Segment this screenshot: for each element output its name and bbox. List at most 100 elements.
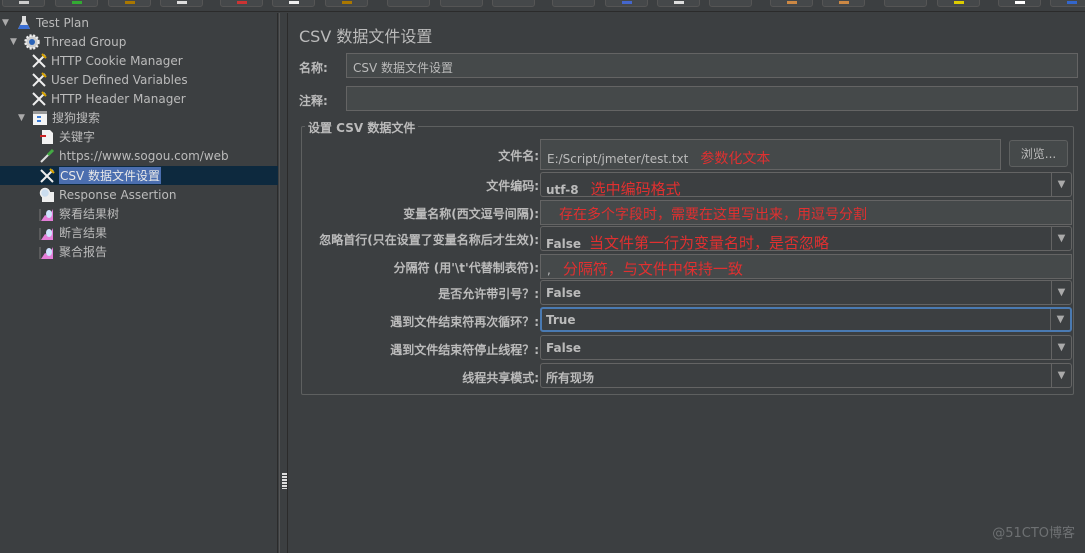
tree-item-keyword[interactable]: 关键字 [38,127,95,146]
tree-item-sogou-search[interactable]: ▼ 搜狗搜索 [18,108,100,127]
combo-value: False [546,341,581,355]
recycle-on-eof-combo[interactable]: True ▼ [540,307,1072,332]
split-pane-divider[interactable] [279,13,288,553]
toolbar-button[interactable] [822,0,865,7]
tree-item-csv-data-set-config[interactable]: CSV 数据文件设置 [38,166,162,185]
listener-chart-icon [38,205,56,223]
chevron-down-icon[interactable]: ▼ [1051,336,1071,359]
page-title: CSV 数据文件设置 [299,27,433,46]
expand-arrow-icon[interactable]: ▼ [10,37,20,47]
listener-chart-icon [38,224,56,242]
combo-value: False [546,286,581,300]
name-input[interactable]: CSV 数据文件设置 [346,53,1078,78]
toolbar-button[interactable] [770,0,813,7]
expand-arrow-icon[interactable]: ▼ [2,18,12,28]
tree-item-http-cookie-manager[interactable]: HTTP Cookie Manager [30,51,183,70]
toolbar-button[interactable] [492,0,535,7]
chevron-down-icon[interactable]: ▼ [1051,227,1071,250]
module-page-icon [38,128,56,146]
allow-quoted-combo[interactable]: False ▼ [540,280,1072,305]
csv-config-panel: CSV 数据文件设置 名称: CSV 数据文件设置 注释: 设置 CSV 数据文… [289,13,1085,553]
delimiter-label: 分隔符 (用'\t'代替制表符): [393,261,539,275]
toolbar-button[interactable] [272,0,315,7]
recycle-on-eof-label: 遇到文件结束符再次循环？: [390,315,539,329]
file-encoding-combo[interactable]: utf-8 选中编码格式 ▼ [540,172,1072,198]
toolbar-button[interactable] [160,0,203,7]
group-title: 设置 CSV 数据文件 [305,119,419,136]
listener-chart-icon [38,243,56,261]
config-wrench-icon [30,90,48,108]
transaction-controller-icon [31,109,49,127]
toolbar-button[interactable] [108,0,151,7]
chevron-down-icon[interactable]: ▼ [1051,173,1071,196]
tree-item-label: User Defined Variables [51,72,188,87]
tree-item-label: Response Assertion [59,187,177,202]
config-wrench-icon [30,71,48,89]
toolbar-button[interactable] [55,0,98,7]
chevron-down-icon[interactable]: ▼ [1051,364,1071,387]
stop-thread-on-eof-combo[interactable]: False ▼ [540,335,1072,360]
delimiter-input[interactable]: , 分隔符，与文件中保持一致 [540,254,1072,279]
filename-label: 文件名: [498,149,539,163]
test-plan-tree[interactable]: ▼ Test Plan ▼ Thread Group HTTP Cookie M… [0,13,278,553]
splitter-grip-icon[interactable] [282,473,287,489]
tree-item-label: 关键字 [59,130,96,144]
annotation-text: 当文件第一行为变量名时，是否忽略 [589,234,830,252]
tree-item-label: 搜狗搜索 [52,111,101,125]
annotation-text: 参数化文本 [700,151,771,167]
allow-quoted-label: 是否允许带引号？: [438,287,539,301]
name-label: 名称: [299,61,328,75]
browse-button[interactable]: 浏览... [1009,140,1068,167]
tree-item-thread-group[interactable]: ▼ Thread Group [10,32,126,51]
toolbar-button[interactable] [1050,0,1085,7]
tree-item-user-defined-variables[interactable]: User Defined Variables [30,70,188,89]
ignore-first-line-label: 忽略首行(只在设置了变量名称后才生效): [319,233,539,247]
toolbar-button[interactable] [387,0,430,7]
assertion-magnifier-icon [38,186,56,204]
toolbar-button[interactable] [440,0,483,7]
toolbar-button[interactable] [709,0,752,7]
expand-arrow-icon[interactable]: ▼ [18,113,28,123]
toolbar-button[interactable] [605,0,648,7]
chevron-down-icon[interactable]: ▼ [1050,309,1070,330]
input-value: , [547,263,551,277]
tree-item-http-header-manager[interactable]: HTTP Header Manager [30,89,186,108]
annotation-text: 分隔符，与文件中保持一致 [562,260,743,278]
tree-item-label: CSV 数据文件设置 [59,167,162,184]
toolbar-button[interactable] [998,0,1041,7]
tree-item-view-results-tree[interactable]: 察看结果树 [38,204,119,223]
combo-value: False [546,237,581,251]
stop-thread-on-eof-label: 遇到文件结束符停止线程？: [390,343,539,357]
filename-input[interactable]: E:/Script/jmeter/test.txt 参数化文本 [540,139,1001,170]
toolbar-button[interactable] [2,0,45,7]
tree-item-test-plan[interactable]: ▼ Test Plan [2,13,89,32]
tree-item-label: 断言结果 [59,226,108,240]
toolbar-button[interactable] [884,0,927,7]
toolbar-button[interactable] [552,0,595,7]
toolbar-button[interactable] [657,0,700,7]
variable-names-input[interactable]: 存在多个字段时，需要在这里写出来，用逗号分割 [540,200,1072,225]
ignore-first-line-combo[interactable]: False 当文件第一行为变量名时，是否忽略 ▼ [540,226,1072,252]
combo-value: utf-8 [546,183,579,197]
tree-item-http-sampler[interactable]: https://www.sogou.com/web [38,146,229,165]
sharing-mode-combo[interactable]: 所有现场 ▼ [540,363,1072,388]
annotation-text: 选中编码格式 [590,180,681,198]
toolbar-button[interactable] [937,0,980,7]
tree-item-label: HTTP Header Manager [51,91,186,106]
tree-item-label: 聚合报告 [59,245,108,259]
tree-item-response-assertion[interactable]: Response Assertion [38,185,176,204]
comment-input[interactable] [346,86,1078,111]
toolbar-button[interactable] [220,0,263,7]
tree-item-aggregate-report[interactable]: 聚合报告 [38,242,107,261]
tree-item-label: Test Plan [36,15,89,30]
chevron-down-icon[interactable]: ▼ [1051,281,1071,304]
toolbar-button[interactable] [325,0,368,7]
tree-item-label: Thread Group [44,34,127,49]
watermark: @51CTO博客 [992,526,1075,541]
tree-item-label: HTTP Cookie Manager [51,53,183,68]
annotation-text: 存在多个字段时，需要在这里写出来，用逗号分割 [559,207,867,223]
tree-item-label: 察看结果树 [59,207,120,221]
tree-item-assertion-results[interactable]: 断言结果 [38,223,107,242]
combo-value: 所有现场 [546,371,595,385]
test-plan-flask-icon [15,14,33,32]
